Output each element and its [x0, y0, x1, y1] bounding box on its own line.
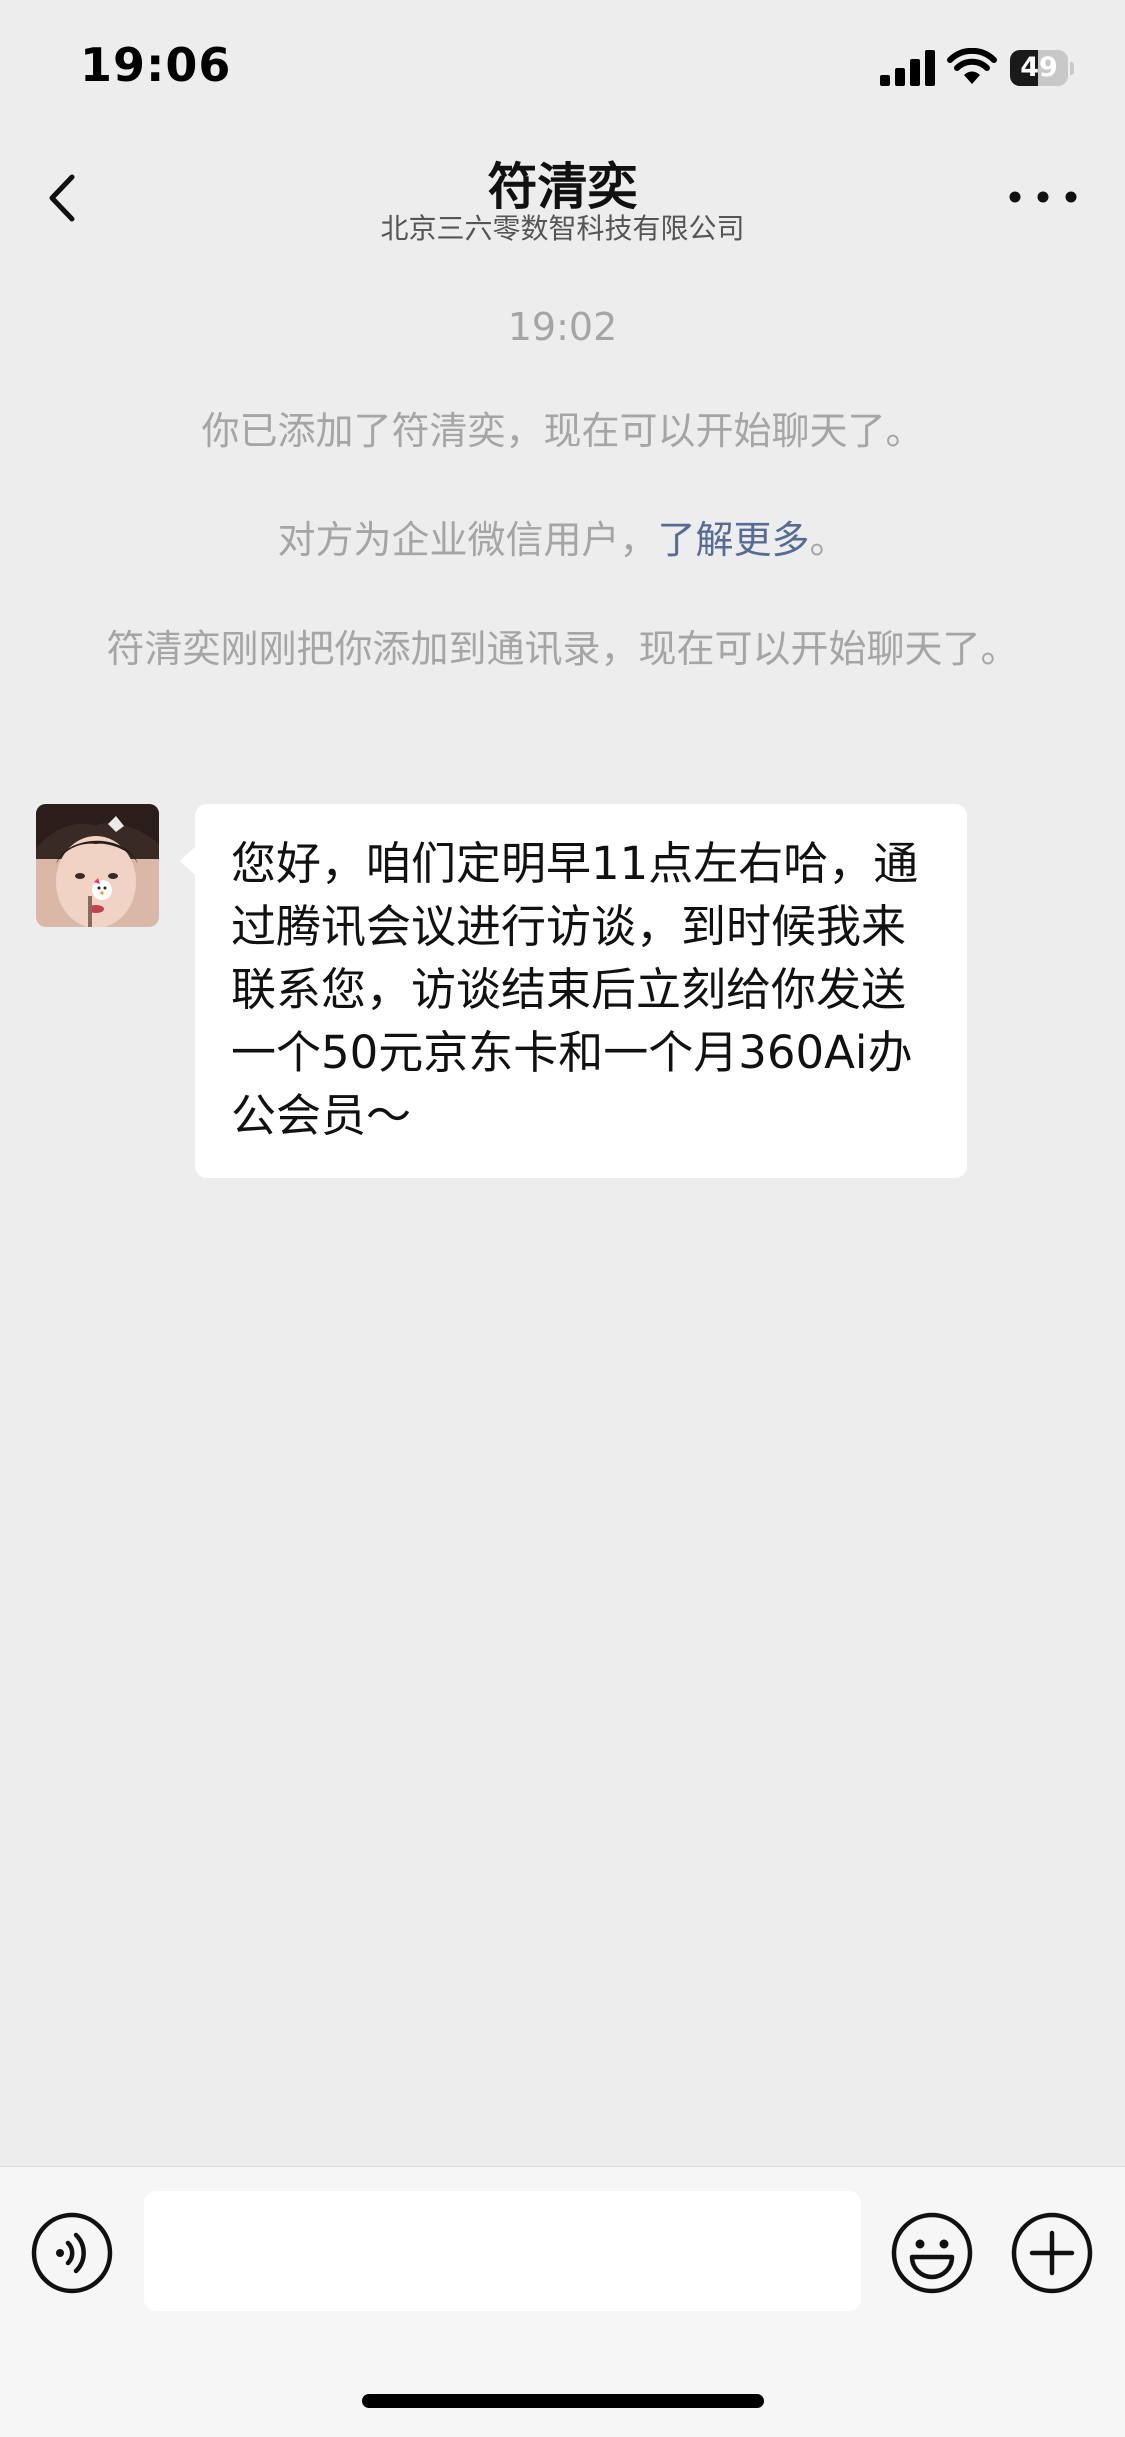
message-timestamp: 19:02	[507, 305, 618, 349]
message-input[interactable]	[144, 2191, 861, 2311]
emoji-icon[interactable]	[890, 2211, 974, 2295]
system-message-contact: 符清奕刚刚把你添加到通讯录，现在可以开始聊天了。	[106, 627, 1019, 671]
ellipsis-icon[interactable]	[1005, 177, 1081, 217]
message-text: 您好，咱们定明早11点左右哈，通过腾讯会议进行访谈，到时候我来联系您，访谈结束后…	[231, 837, 919, 1142]
wifi-icon	[947, 48, 997, 84]
enterprise-suffix: 。	[809, 518, 848, 562]
message-bubble[interactable]: 您好，咱们定明早11点左右哈，通过腾讯会议进行访谈，到时候我来联系您，访谈结束后…	[180, 804, 967, 1178]
status-bar: 19:06 49	[0, 0, 1125, 135]
home-indicator[interactable]	[362, 2394, 764, 2408]
enterprise-text: 对方为企业微信用户，	[277, 518, 658, 562]
avatar-photo	[36, 804, 159, 927]
battery-level: 49	[1020, 52, 1058, 83]
nav-bar: 符清奕 北京三六零数智科技有限公司	[0, 135, 1125, 260]
chat-subtitle: 北京三六零数智科技有限公司	[380, 212, 745, 245]
learn-more-link[interactable]: 了解更多	[657, 518, 809, 562]
avatar[interactable]	[36, 804, 159, 927]
signal-icon	[880, 50, 935, 86]
battery-icon: 49	[1010, 50, 1074, 86]
status-time: 19:06	[80, 38, 232, 92]
voice-icon[interactable]	[30, 2211, 114, 2295]
system-message-enterprise: 对方为企业微信用户，了解更多。	[80, 505, 1045, 575]
plus-circle-icon[interactable]	[1010, 2211, 1094, 2295]
system-message-added: 你已添加了符清奕，现在可以开始聊天了。	[201, 409, 924, 453]
